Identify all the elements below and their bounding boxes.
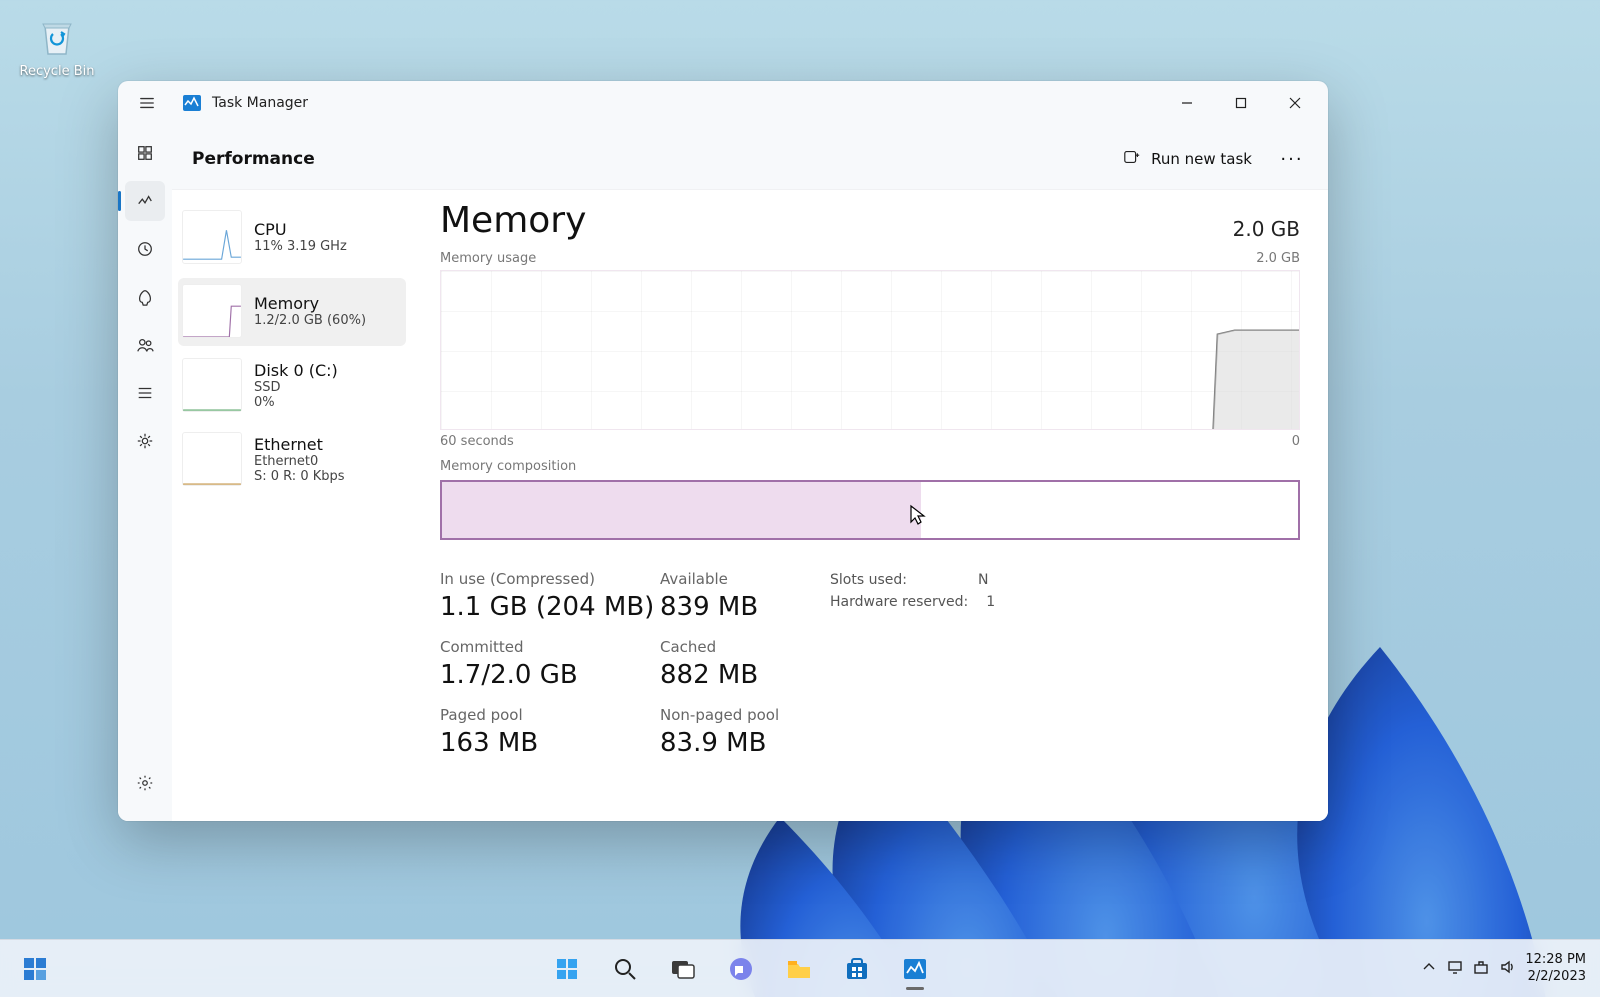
nonpaged-value: 83.9 MB <box>660 728 830 758</box>
more-button[interactable]: ··· <box>1276 143 1308 175</box>
cpu-mini-chart <box>182 210 242 264</box>
hw-reserved-value: 1 <box>986 594 995 610</box>
tray-chevron-icon[interactable] <box>1421 959 1437 979</box>
nav-users[interactable] <box>125 325 165 365</box>
in-use-value: 1.1 GB (204 MB) <box>440 592 660 622</box>
resource-ethernet-title: Ethernet <box>254 435 345 454</box>
taskbar-clock[interactable]: 12:28 PM 2/2/2023 <box>1525 952 1586 985</box>
resource-ethernet-sub: Ethernet0 <box>254 454 345 469</box>
paged-value: 163 MB <box>440 728 660 758</box>
resource-ethernet[interactable]: Ethernet Ethernet0 S: 0 R: 0 Kbps <box>178 426 406 494</box>
in-use-label: In use (Compressed) <box>440 570 660 588</box>
memory-mini-chart <box>182 284 242 338</box>
app-icon <box>182 93 202 113</box>
hamburger-menu-button[interactable] <box>132 88 162 118</box>
resource-ethernet-sub2: S: 0 R: 0 Kbps <box>254 469 345 484</box>
available-value: 839 MB <box>660 592 830 622</box>
resource-disk-sub2: 0% <box>254 395 338 410</box>
resource-disk[interactable]: Disk 0 (C:) SSD 0% <box>178 352 406 420</box>
content-header: Performance Run new task ··· <box>172 125 1328 190</box>
tray-volume-icon[interactable] <box>1499 959 1515 979</box>
run-new-task-label: Run new task <box>1151 150 1252 168</box>
resource-memory-sub: 1.2/2.0 GB (60%) <box>254 313 366 328</box>
nav-rail <box>118 125 172 821</box>
detail-pane: Memory 2.0 GB Memory usage 2.0 GB <box>412 190 1328 821</box>
resource-list: CPU 11% 3.19 GHz Memory 1.2/2.0 GB (60%) <box>172 190 412 821</box>
window-minimize-button[interactable] <box>1160 84 1214 122</box>
taskbar-taskmanager-button[interactable] <box>892 946 938 992</box>
cached-label: Cached <box>660 638 830 656</box>
taskbar-start-button[interactable] <box>544 946 590 992</box>
taskbar-explorer-button[interactable] <box>776 946 822 992</box>
task-manager-window: Task Manager <box>118 81 1328 821</box>
taskbar-store-button[interactable] <box>834 946 880 992</box>
recycle-bin-icon <box>33 12 81 60</box>
disk-mini-chart <box>182 358 242 412</box>
taskbar-chat-button[interactable] <box>718 946 764 992</box>
taskbar-widgets-button[interactable] <box>12 946 58 992</box>
hw-reserved-label: Hardware reserved: <box>830 594 968 610</box>
titlebar[interactable]: Task Manager <box>118 81 1328 125</box>
tray-network-icon[interactable] <box>1473 959 1489 979</box>
chart1-bottom-left: 60 seconds <box>440 434 514 449</box>
slots-used-value: N <box>978 572 988 588</box>
clock-time: 12:28 PM <box>1525 952 1586 968</box>
chart1-label-left: Memory usage <box>440 251 536 266</box>
resource-cpu-sub: 11% 3.19 GHz <box>254 239 347 254</box>
mouse-cursor-icon <box>909 504 927 530</box>
taskbar: 12:28 PM 2/2/2023 <box>0 939 1600 997</box>
committed-value: 1.7/2.0 GB <box>440 660 660 690</box>
window-close-button[interactable] <box>1268 84 1322 122</box>
resource-memory-title: Memory <box>254 294 366 313</box>
committed-label: Committed <box>440 638 660 656</box>
nav-processes[interactable] <box>125 133 165 173</box>
desktop-icon-label: Recycle Bin <box>18 64 96 79</box>
page-title: Performance <box>192 149 315 169</box>
clock-date: 2/2/2023 <box>1525 969 1586 985</box>
tray-display-icon[interactable] <box>1447 959 1463 979</box>
nonpaged-label: Non-paged pool <box>660 706 830 724</box>
run-new-task-button[interactable]: Run new task <box>1117 144 1258 174</box>
more-icon: ··· <box>1280 149 1303 170</box>
resource-memory[interactable]: Memory 1.2/2.0 GB (60%) <box>178 278 406 346</box>
detail-total: 2.0 GB <box>1233 217 1300 241</box>
nav-services[interactable] <box>125 421 165 461</box>
nav-app-history[interactable] <box>125 229 165 269</box>
chart2-label: Memory composition <box>440 459 1300 474</box>
chart1-bottom-right: 0 <box>1292 434 1300 449</box>
available-label: Available <box>660 570 830 588</box>
taskbar-search-button[interactable] <box>602 946 648 992</box>
app-title: Task Manager <box>212 95 308 111</box>
nav-startup[interactable] <box>125 277 165 317</box>
resource-disk-sub: SSD <box>254 380 338 395</box>
slots-used-label: Slots used: <box>830 572 960 588</box>
ethernet-mini-chart <box>182 432 242 486</box>
cached-value: 882 MB <box>660 660 830 690</box>
run-new-task-icon <box>1123 148 1141 170</box>
resource-disk-title: Disk 0 (C:) <box>254 361 338 380</box>
nav-performance[interactable] <box>125 181 165 221</box>
taskbar-taskview-button[interactable] <box>660 946 706 992</box>
resource-cpu-title: CPU <box>254 220 347 239</box>
paged-label: Paged pool <box>440 706 660 724</box>
detail-title: Memory <box>440 200 586 241</box>
nav-details[interactable] <box>125 373 165 413</box>
memory-composition-fill <box>442 482 921 538</box>
window-maximize-button[interactable] <box>1214 84 1268 122</box>
memory-usage-chart[interactable] <box>440 270 1300 430</box>
resource-cpu[interactable]: CPU 11% 3.19 GHz <box>178 204 406 272</box>
memory-composition-bar[interactable] <box>440 480 1300 540</box>
desktop-icon-recycle-bin[interactable]: Recycle Bin <box>18 12 96 79</box>
nav-settings[interactable] <box>125 763 165 803</box>
chart1-label-right: 2.0 GB <box>1256 251 1300 266</box>
